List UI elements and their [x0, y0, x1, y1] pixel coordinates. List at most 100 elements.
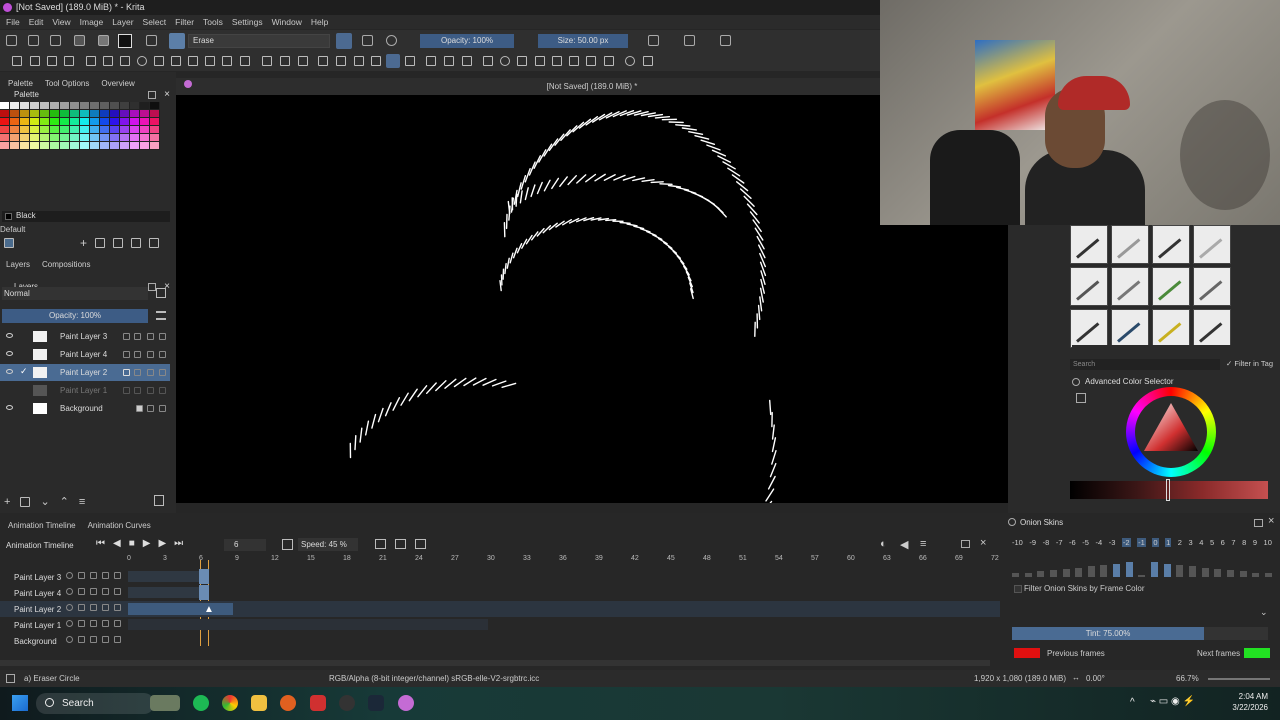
- alpha-icon[interactable]: [90, 620, 97, 627]
- palette-grid-icon[interactable]: [4, 238, 14, 248]
- palette-swatch[interactable]: [70, 126, 80, 134]
- palette-swatch[interactable]: [0, 102, 10, 110]
- onion-frame-number[interactable]: 6: [1221, 538, 1225, 547]
- onion-frame-number[interactable]: 9: [1253, 538, 1257, 547]
- palette-swatch[interactable]: [130, 118, 140, 126]
- layer-row[interactable]: Paint Layer 3: [0, 328, 170, 345]
- add-layer-icon[interactable]: +: [4, 496, 10, 508]
- palette-swatch[interactable]: [50, 142, 60, 150]
- palette-swatch[interactable]: [120, 126, 130, 134]
- palette-swatch[interactable]: [60, 110, 70, 118]
- palette-swatch[interactable]: [90, 102, 100, 110]
- alpha-icon[interactable]: [90, 636, 97, 643]
- onion-skin-icon[interactable]: [159, 387, 166, 394]
- palette-swatch[interactable]: [100, 110, 110, 118]
- alpha-lock-icon[interactable]: [147, 387, 154, 394]
- polyline-tool-icon[interactable]: [171, 56, 181, 66]
- inherit-alpha-icon[interactable]: [123, 351, 130, 358]
- expand-chevron-icon[interactable]: ⌄: [1260, 607, 1268, 618]
- open-document-icon[interactable]: [28, 35, 39, 46]
- onion-opacity-bar[interactable]: [1024, 572, 1032, 577]
- spotify-icon[interactable]: [193, 695, 209, 711]
- palette-swatch[interactable]: [40, 126, 50, 134]
- menu-layer[interactable]: Layer: [112, 17, 133, 27]
- palette-swatch[interactable]: [110, 118, 120, 126]
- onion-frame-number[interactable]: -9: [1029, 538, 1036, 547]
- layer-row[interactable]: Paint Layer 4: [0, 346, 170, 363]
- palette-swatch[interactable]: [70, 134, 80, 142]
- onion-frame-number[interactable]: 4: [1199, 538, 1203, 547]
- onion-opacity-bar[interactable]: [1037, 571, 1045, 577]
- move-layer-up-icon[interactable]: ⌃: [60, 495, 69, 508]
- palette-swatch[interactable]: [90, 110, 100, 118]
- palette-swatch[interactable]: [100, 118, 110, 126]
- onion-frame-number[interactable]: 2: [1178, 538, 1182, 547]
- fill-tool-icon[interactable]: [386, 54, 400, 68]
- onion-skin-icon[interactable]: [159, 369, 166, 376]
- size-slider[interactable]: Size: 50.00 px: [538, 34, 628, 48]
- visibility-icon[interactable]: [66, 636, 73, 643]
- onion-opacity-bar[interactable]: [1125, 562, 1133, 577]
- palette-swatch[interactable]: [150, 110, 160, 118]
- lock-icon[interactable]: [134, 351, 141, 358]
- palette-swatch[interactable]: [20, 102, 30, 110]
- palette-swatch[interactable]: [20, 134, 30, 142]
- menu-file[interactable]: File: [6, 17, 20, 27]
- brush-preset[interactable]: [1152, 267, 1190, 306]
- lock-icon[interactable]: [78, 572, 85, 579]
- alpha-lock-icon[interactable]: [147, 333, 154, 340]
- lock-icon[interactable]: [78, 588, 85, 595]
- measure-tool-icon[interactable]: [444, 56, 454, 66]
- brave-icon[interactable]: [310, 695, 326, 711]
- palette-swatch[interactable]: [80, 102, 90, 110]
- edit-swatch-icon[interactable]: [95, 238, 106, 248]
- palette-swatch[interactable]: [100, 102, 110, 110]
- enclose-fill-icon[interactable]: [405, 56, 415, 66]
- visibility-eye-icon[interactable]: [6, 333, 13, 338]
- float-layers-icon[interactable]: [148, 283, 156, 291]
- palette-swatch[interactable]: [10, 118, 20, 126]
- palette-swatch[interactable]: [30, 134, 40, 142]
- obs-icon[interactable]: [339, 695, 355, 711]
- mirror-vertical-icon[interactable]: [684, 35, 695, 46]
- alpha-icon[interactable]: [90, 572, 97, 579]
- onion-frame-number[interactable]: 8: [1242, 538, 1246, 547]
- line-tool-icon[interactable]: [103, 56, 113, 66]
- palette-swatch[interactable]: [40, 118, 50, 126]
- onion-opacity-bar[interactable]: [1087, 566, 1095, 577]
- next-frame-icon[interactable]: ▶: [158, 538, 166, 549]
- zoom-value[interactable]: 66.7%: [1176, 674, 1199, 683]
- steam-icon[interactable]: [368, 695, 384, 711]
- palette-swatch[interactable]: [150, 126, 160, 134]
- palette-swatch[interactable]: [0, 142, 10, 150]
- current-color-row[interactable]: Black: [2, 211, 170, 222]
- onion-opacity-bar[interactable]: [1214, 568, 1222, 577]
- timeline-row[interactable]: Paint Layer 1: [0, 617, 1000, 633]
- visibility-icon[interactable]: [66, 588, 73, 595]
- timeline-row[interactable]: Paint Layer 3: [0, 569, 1000, 585]
- eraser-mode-icon[interactable]: [169, 33, 185, 49]
- visibility-icon[interactable]: [66, 572, 73, 579]
- ellipse-tool-icon[interactable]: [137, 56, 147, 66]
- brush-presets-icon[interactable]: [146, 35, 157, 46]
- inherit-icon[interactable]: [102, 572, 109, 579]
- layer-row-selected[interactable]: ✓ Paint Layer 2: [0, 364, 170, 381]
- onion-opacity-bar[interactable]: [1252, 572, 1260, 577]
- onion-skin-icon[interactable]: [159, 405, 166, 412]
- remove-keyframe-icon[interactable]: [415, 539, 426, 549]
- palette-swatch[interactable]: [130, 134, 140, 142]
- palette-swatch[interactable]: [140, 118, 150, 126]
- onion-frame-number[interactable]: -3: [1109, 538, 1116, 547]
- onion-frame-number[interactable]: 1: [1165, 538, 1172, 547]
- inherit-alpha-icon[interactable]: [123, 369, 130, 376]
- select-shapes-icon[interactable]: [12, 56, 22, 66]
- blend-mode-select[interactable]: Erase: [188, 34, 330, 48]
- tab-tool-options[interactable]: Tool Options: [45, 79, 89, 88]
- timeline-row[interactable]: Background: [0, 633, 1000, 649]
- palette-swatches[interactable]: [0, 102, 160, 150]
- last-frame-icon[interactable]: ⏭: [174, 538, 183, 549]
- palette-swatch[interactable]: [40, 110, 50, 118]
- palette-swatch[interactable]: [80, 126, 90, 134]
- onion-frame-number[interactable]: -8: [1043, 538, 1050, 547]
- palette-swatch[interactable]: [30, 142, 40, 150]
